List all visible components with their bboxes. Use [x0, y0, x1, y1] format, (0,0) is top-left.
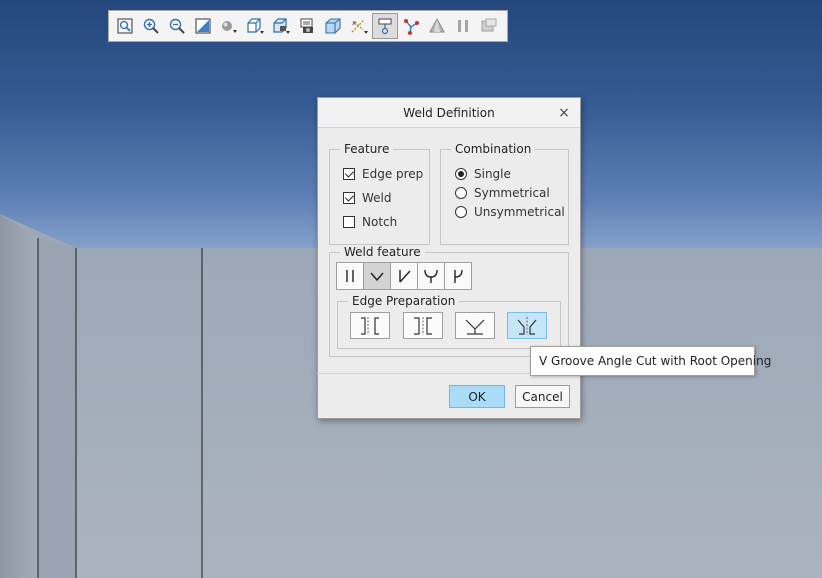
edge-prep-label: Edge prep: [362, 167, 424, 181]
square-cut-root-opening-button[interactable]: [403, 312, 443, 339]
weld-checkbox-row[interactable]: Weld: [343, 190, 392, 206]
bevel-groove-icon: [399, 270, 411, 283]
feature-group-label: Feature: [340, 142, 394, 156]
v-groove-angle-cut-root-opening-icon: [517, 316, 537, 335]
zoom-out-icon: [169, 18, 185, 34]
unsymmetrical-radio-row[interactable]: Unsymmetrical: [455, 204, 565, 220]
notch-checkbox[interactable]: [343, 216, 355, 228]
view-manager-button[interactable]: [268, 13, 294, 39]
v-groove-angle-cut-root-opening-button[interactable]: [507, 312, 547, 339]
view-manager-icon: [273, 18, 290, 34]
spin-center-button[interactable]: [398, 13, 424, 39]
v-groove-angle-cut-icon: [465, 319, 485, 335]
close-icon: ×: [558, 105, 570, 121]
refit-button[interactable]: [112, 13, 138, 39]
annotation-display-button[interactable]: [372, 13, 398, 39]
datum-display-button[interactable]: x: [346, 13, 372, 39]
weld-feature-buttons: [336, 262, 472, 290]
notch-checkbox-row[interactable]: Notch: [343, 214, 397, 230]
single-label: Single: [474, 167, 511, 181]
saved-orientations-button[interactable]: [242, 13, 268, 39]
zoom-out-button[interactable]: [164, 13, 190, 39]
symmetrical-radio[interactable]: [455, 187, 467, 199]
repaint-button[interactable]: [190, 13, 216, 39]
repaint-icon: [195, 18, 211, 34]
edge-prep-checkbox-row[interactable]: Edge prep: [343, 166, 423, 182]
square-cut-button[interactable]: [350, 312, 390, 339]
pause-icon: [458, 20, 468, 32]
v-groove-button[interactable]: [363, 262, 391, 290]
display-style-button[interactable]: [216, 13, 242, 39]
ok-button[interactable]: OK: [449, 385, 505, 408]
unsymmetrical-radio[interactable]: [455, 206, 467, 218]
appearance-button[interactable]: [424, 13, 450, 39]
unsymmetrical-label: Unsymmetrical: [474, 205, 565, 219]
dialog-title-bar[interactable]: Weld Definition ×: [318, 98, 580, 128]
cancel-button[interactable]: Cancel: [515, 385, 570, 408]
symmetrical-label: Symmetrical: [474, 186, 550, 200]
weld-checkbox[interactable]: [343, 192, 355, 204]
dialog-title: Weld Definition: [403, 106, 495, 120]
hide-icon: [481, 18, 497, 32]
spin-center-icon: [404, 19, 419, 35]
refit-icon: [117, 18, 133, 34]
zoom-in-button[interactable]: [138, 13, 164, 39]
zoom-in-icon: [143, 18, 159, 34]
edge-prep-tooltip: V Groove Angle Cut with Root Opening: [530, 346, 771, 376]
single-radio-row[interactable]: Single: [455, 166, 511, 182]
single-radio[interactable]: [455, 168, 467, 180]
notch-label: Notch: [362, 215, 398, 229]
named-views-icon: [325, 18, 341, 34]
edge-preparation-group-label: Edge Preparation: [348, 294, 460, 308]
appearance-icon: [429, 17, 445, 33]
j-groove-icon: [454, 269, 463, 283]
hide-button[interactable]: [476, 13, 502, 39]
j-groove-button[interactable]: [444, 262, 472, 290]
v-groove-angle-cut-button[interactable]: [455, 312, 495, 339]
edge-prep-checkbox[interactable]: [343, 168, 355, 180]
perspective-icon: [300, 18, 313, 33]
model-face-chamfer: [38, 238, 76, 578]
close-button[interactable]: ×: [557, 98, 571, 128]
bevel-groove-button[interactable]: [390, 262, 418, 290]
v-groove-icon: [370, 272, 384, 282]
symmetrical-radio-row[interactable]: Symmetrical: [455, 185, 550, 201]
saved-orientations-icon: [247, 18, 264, 34]
weld-label: Weld: [362, 191, 392, 205]
pause-button[interactable]: [450, 13, 476, 39]
view-toolbar: x: [108, 10, 508, 42]
perspective-button[interactable]: [294, 13, 320, 39]
datum-display-icon: x: [351, 19, 368, 34]
display-style-icon: [222, 21, 237, 33]
combination-group-label: Combination: [451, 142, 536, 156]
annotation-display-icon: [378, 18, 392, 35]
named-views-button[interactable]: [320, 13, 346, 39]
model-face-left: [0, 214, 38, 578]
u-groove-button[interactable]: [417, 262, 445, 290]
weld-feature-group-label: Weld feature: [340, 245, 425, 259]
u-groove-icon: [424, 269, 438, 283]
square-cut-icon: [361, 316, 379, 335]
square-groove-icon: [346, 270, 354, 282]
square-cut-root-opening-icon: [414, 316, 432, 335]
square-groove-button[interactable]: [336, 262, 364, 290]
